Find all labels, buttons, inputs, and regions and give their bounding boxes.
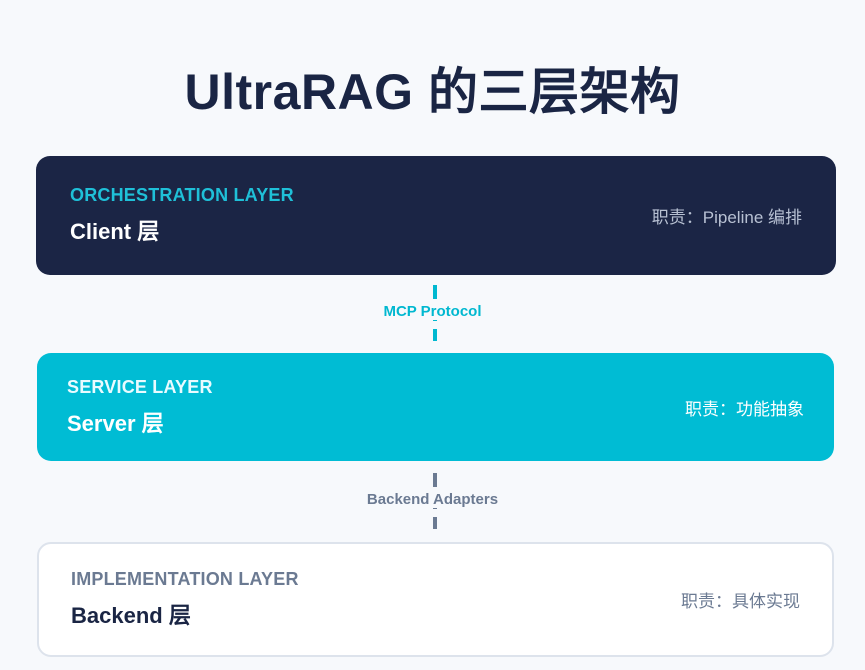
client-layer-box: ORCHESTRATION LAYER Client 层 职责：Pipeline… (36, 156, 836, 275)
backend-layer-box: IMPLEMENTATION LAYER Backend 层 职责：具体实现 (37, 542, 834, 657)
backend-layer-name: Backend 层 (71, 603, 191, 628)
client-layer-tag: ORCHESTRATION LAYER (70, 185, 294, 205)
backend-layer-duty: 职责：具体实现 (681, 592, 800, 611)
mcp-connector-label: MCP Protocol (0, 303, 865, 320)
mcp-connector-text: MCP Protocol (377, 303, 488, 320)
server-layer-duty: 职责：功能抽象 (685, 399, 804, 419)
backend-layer-text: IMPLEMENTATION LAYER Backend 层 (71, 569, 299, 630)
server-layer-box: SERVICE LAYER Server 层 职责：功能抽象 (37, 353, 834, 461)
server-layer-text: SERVICE LAYER Server 层 (67, 377, 213, 438)
adapters-connector-text: Backend Adapters (360, 491, 505, 508)
architecture-diagram: UltraRAG 的三层架构 ORCHESTRATION LAYER Clien… (0, 0, 865, 670)
client-layer-duty: 职责：Pipeline 编排 (651, 208, 802, 227)
server-layer-name: Server 层 (67, 410, 164, 436)
adapters-connector-label: Backend Adapters (0, 491, 865, 508)
page-title: UltraRAG 的三层架构 (184, 64, 681, 120)
client-layer-text: ORCHESTRATION LAYER Client 层 (70, 185, 294, 246)
client-layer-name: Client 层 (70, 219, 160, 244)
backend-layer-tag: IMPLEMENTATION LAYER (71, 569, 299, 589)
server-layer-tag: SERVICE LAYER (67, 376, 213, 397)
